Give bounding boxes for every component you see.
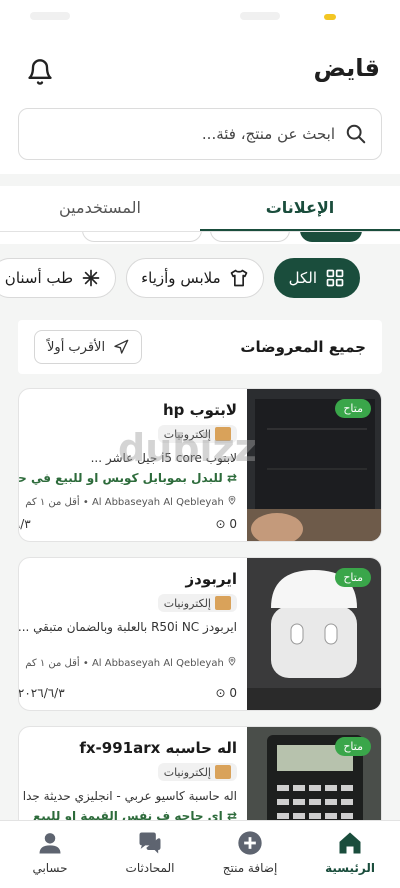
comment-count-value: 0: [229, 686, 237, 700]
chip-label: ملابس وأزياء: [141, 269, 221, 287]
category-tag: إلكترونيات: [157, 425, 237, 443]
listing-header: جميع المعروضات الأقرب أولاً: [18, 320, 382, 374]
category-label: إلكترونيات: [163, 427, 211, 441]
chip-dentistry[interactable]: طب أسنان: [0, 258, 117, 298]
chip-clothing[interactable]: ملابس وأزياء: [126, 258, 264, 298]
comment-icon: ⊙: [215, 517, 226, 531]
pin-icon: [228, 656, 236, 666]
user-icon: [39, 833, 61, 854]
card-description: اله حاسبة كاسيو عربي - انجليزي حديثة جدا: [22, 789, 237, 803]
card-location: Al Abbaseyah Al Qebleyah • أقل من ١ كم: [19, 656, 237, 669]
search-bar[interactable]: [18, 108, 382, 160]
availability-badge: متاح: [335, 568, 371, 587]
comment-count: 0 ⊙: [215, 686, 237, 700]
search-input[interactable]: [33, 125, 335, 143]
battery-indicator: [324, 14, 336, 20]
box-icon: [215, 427, 231, 441]
box-icon: [215, 765, 231, 779]
post-date: ٢٠٢٦/٦/٣: [19, 517, 31, 531]
card-description: لابتوب i5 core جيل عاشر ...: [90, 451, 237, 465]
location-arrow-icon: [114, 339, 129, 354]
nav-label: حسابي: [32, 861, 68, 875]
card-title: ايربودز: [185, 570, 237, 588]
nav-label: إضافة منتج: [222, 861, 278, 875]
sort-nearest-button[interactable]: الأقرب أولاً: [34, 330, 143, 364]
product-image: متاح: [247, 558, 381, 710]
nav-add-product[interactable]: إضافة منتج: [200, 821, 300, 888]
card-footer: 0 ⊙ ٢٠٢٦/٦/٣: [19, 517, 237, 531]
category-tag: إلكترونيات: [157, 763, 237, 781]
nav-label: المحادثات: [125, 861, 175, 875]
listing-title: جميع المعروضات: [240, 338, 366, 356]
tab-bar: الإعلانات المستخدمين: [0, 186, 400, 232]
listing-card[interactable]: متاح ايربودز إلكترونيات ايربودز R50i NC …: [18, 557, 382, 711]
home-icon: [339, 832, 361, 854]
collapsed-chip[interactable]: [210, 232, 290, 242]
location-text: Al Abbaseyah Al Qebleyah • أقل من ١ كم: [25, 497, 224, 508]
collapsed-chip-row: [0, 232, 400, 244]
comment-icon: ⊙: [215, 686, 226, 700]
chip-all[interactable]: الكل: [273, 258, 360, 298]
category-chips: الكل ملابس وأزياء طب أسنان: [0, 244, 400, 314]
tab-ads[interactable]: الإعلانات: [200, 186, 400, 232]
status-indicator: [240, 12, 280, 20]
nav-chats[interactable]: المحادثات: [100, 821, 200, 888]
add-circle-icon: [238, 831, 262, 855]
bell-icon[interactable]: [26, 58, 54, 86]
collapsed-chip[interactable]: [300, 232, 362, 242]
swap-note: ⇄ للبدل بموبايل كويس او للبيع في حدود...: [18, 471, 237, 485]
nav-home[interactable]: الرئيسية: [300, 821, 400, 888]
chip-label: الكل: [288, 269, 317, 287]
search-section: [0, 104, 400, 174]
comment-count-value: 0: [229, 517, 237, 531]
card-title: لابتوب hp: [162, 401, 237, 419]
card-title: اله حاسبه fx-991arx: [79, 739, 237, 757]
shirt-icon: [230, 269, 247, 287]
app-header: قايض: [0, 36, 400, 104]
card-location: Al Abbaseyah Al Qebleyah • أقل من ١ كم: [19, 495, 237, 508]
comment-count: 0 ⊙: [215, 517, 237, 531]
bottom-navigation: الرئيسية إضافة منتج المحادثات حسابي: [0, 820, 400, 888]
swap-text: للبدل بموبايل كويس او للبيع في حدود...: [18, 471, 223, 485]
availability-badge: متاح: [335, 737, 371, 756]
nav-account[interactable]: حسابي: [0, 821, 100, 888]
category-label: إلكترونيات: [163, 596, 211, 610]
location-text: Al Abbaseyah Al Qebleyah • أقل من ١ كم: [25, 658, 224, 669]
tab-users[interactable]: المستخدمين: [0, 186, 200, 232]
box-icon: [215, 596, 231, 610]
chat-icon: [139, 832, 161, 854]
category-tag: إلكترونيات: [157, 594, 237, 612]
app-title: قايض: [313, 54, 380, 82]
card-description: ايربودز R50i NC بالعلبة وبالضمان متبقي .…: [18, 620, 237, 634]
nav-label: الرئيسية: [325, 861, 375, 875]
tooth-icon: [82, 269, 100, 287]
listing-card[interactable]: متاح لابتوب hp إلكترونيات لابتوب i5 core…: [18, 388, 382, 542]
availability-badge: متاح: [335, 399, 371, 418]
pin-icon: [228, 495, 236, 505]
card-footer: 0 ⊙ ٢٠٢٦/٦/٣: [18, 686, 237, 700]
collapsed-chip[interactable]: [82, 232, 202, 242]
category-label: إلكترونيات: [163, 765, 211, 779]
card-details: لابتوب hp إلكترونيات لابتوب i5 core جيل …: [18, 389, 247, 541]
search-icon: [346, 124, 366, 144]
status-bar: [0, 0, 400, 36]
listing-cards: متاح لابتوب hp إلكترونيات لابتوب i5 core…: [0, 374, 400, 880]
status-indicator: [30, 12, 70, 20]
card-details: ايربودز إلكترونيات ايربودز R50i NC بالعل…: [18, 558, 247, 710]
post-date: ٢٠٢٦/٦/٣: [18, 686, 65, 700]
sort-label: الأقرب أولاً: [47, 339, 106, 355]
grid-icon: [326, 269, 344, 287]
product-image: متاح: [247, 389, 381, 541]
chip-label: طب أسنان: [4, 269, 74, 287]
